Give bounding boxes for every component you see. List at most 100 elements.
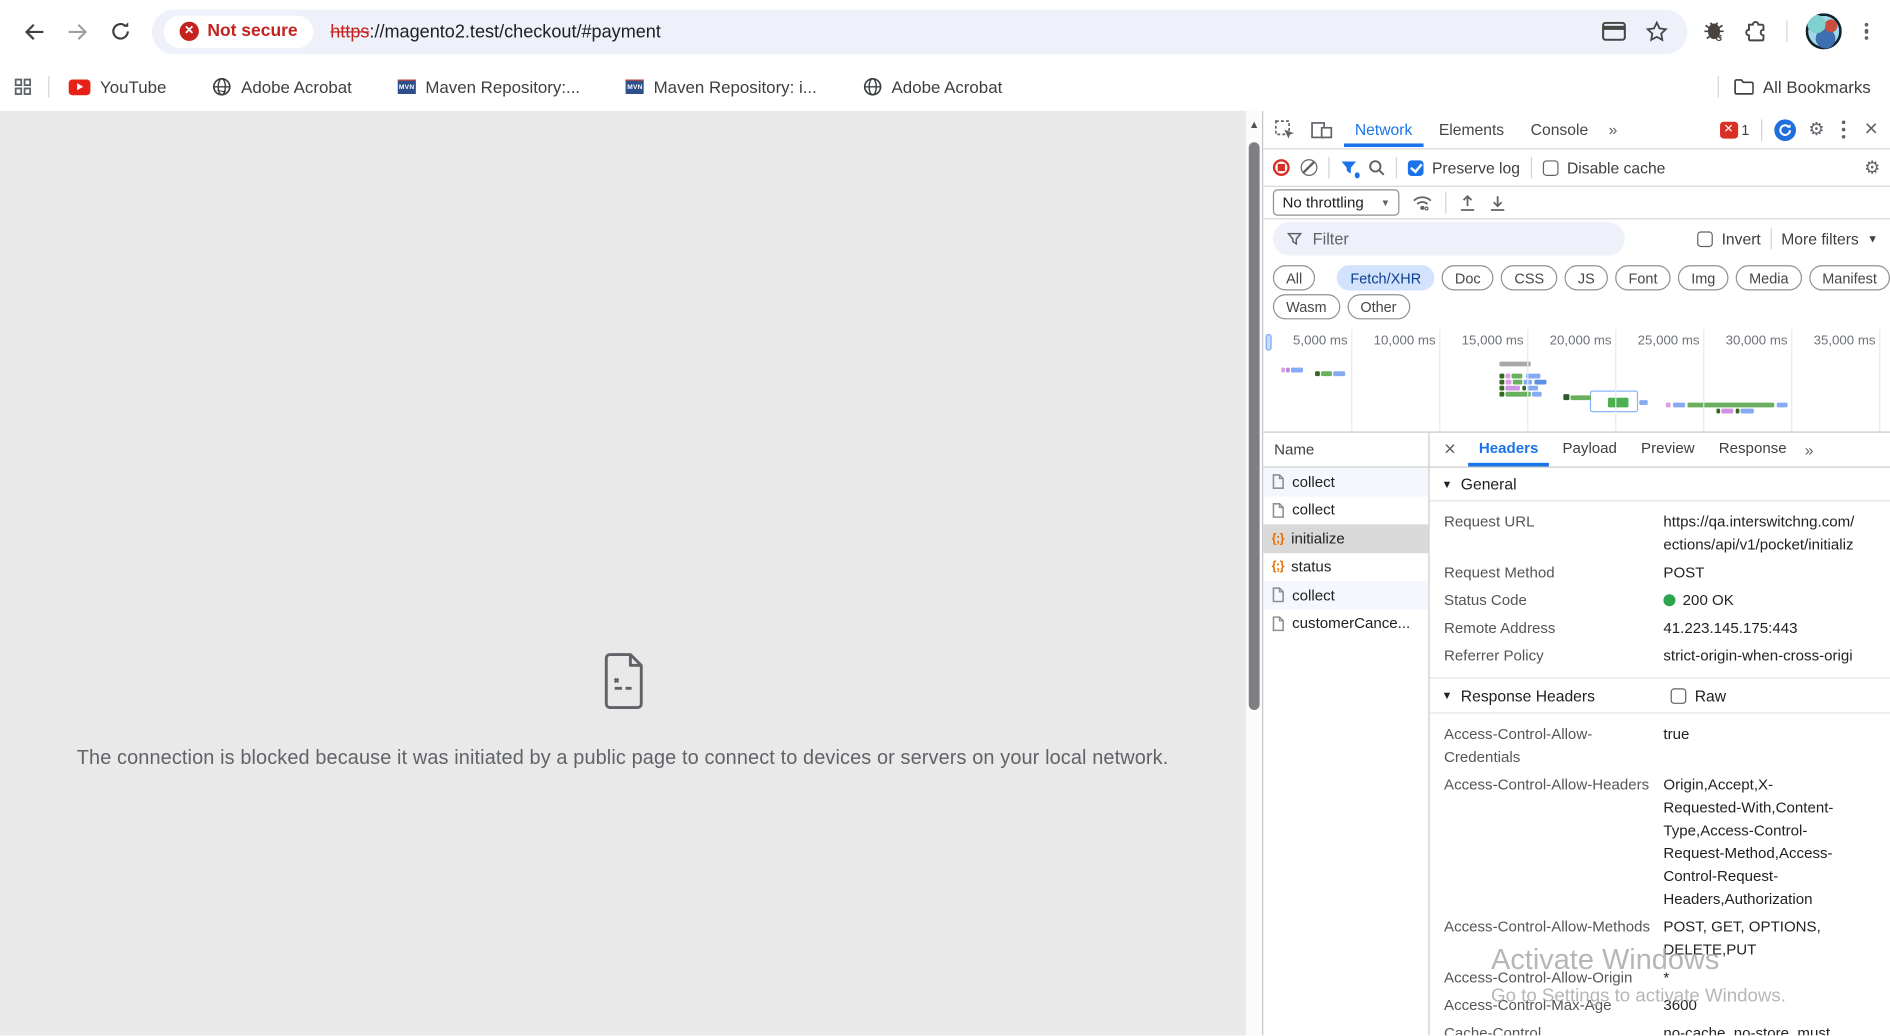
pill-all[interactable]: All [1273, 265, 1316, 290]
header-value: strict-origin-when-cross-origi [1663, 645, 1890, 668]
inspect-icon[interactable] [1274, 119, 1296, 141]
all-bookmarks-button[interactable]: All Bookmarks [1733, 77, 1871, 96]
debugger-extension-icon[interactable]: C [1702, 19, 1726, 43]
pill-font[interactable]: Font [1615, 265, 1670, 290]
url-scheme: https [330, 21, 369, 41]
network-timeline-overview[interactable]: 5,000 ms10,000 ms15,000 ms20,000 ms25,00… [1263, 329, 1890, 433]
scrollbar-thumb[interactable] [1249, 142, 1260, 710]
extension-circle-icon[interactable] [1775, 119, 1797, 141]
header-key: Request Method [1444, 562, 1663, 585]
browser-menu-button[interactable] [1860, 18, 1873, 45]
response-headers-section-header[interactable]: ▼ Response Headers Raw [1430, 677, 1890, 713]
more-filters-button[interactable]: More filters ▼ [1781, 230, 1880, 248]
header-value: 41.223.145.175:443 [1663, 617, 1890, 640]
address-bar[interactable]: ✕ Not secure https://magento2.test/check… [152, 9, 1687, 54]
devtools-menu-button[interactable] [1837, 116, 1850, 143]
detail-tab-preview[interactable]: Preview [1630, 433, 1705, 467]
extensions-puzzle-icon[interactable] [1744, 19, 1768, 43]
tab-console[interactable]: Console [1520, 113, 1599, 147]
preserve-log-checkbox[interactable]: Preserve log [1408, 159, 1520, 177]
pill-css[interactable]: CSS [1501, 265, 1557, 290]
pill-doc[interactable]: Doc [1442, 265, 1494, 290]
clear-button[interactable] [1301, 159, 1318, 176]
save-card-icon[interactable] [1602, 22, 1626, 41]
toolbar-divider [1531, 157, 1532, 179]
request-row[interactable]: collect [1263, 468, 1428, 496]
header-row: Cache-Control no-cache, no-store, must [1430, 1020, 1890, 1036]
request-row[interactable]: collect [1263, 496, 1428, 524]
detail-tab-response[interactable]: Response [1708, 433, 1798, 467]
bookmark-adobe-acrobat-2[interactable]: Adobe Acrobat [863, 77, 1003, 96]
timeline-tick-label: 25,000 ms [1613, 334, 1700, 348]
settings-gear-icon[interactable]: ⚙ [1808, 121, 1824, 139]
bookmark-maven-2[interactable]: MVN Maven Repository: i... [626, 77, 817, 96]
preserve-log-label: Preserve log [1432, 159, 1520, 177]
raw-checkbox[interactable]: Raw [1671, 686, 1726, 704]
filter-input[interactable]: Filter [1273, 222, 1625, 256]
profile-avatar[interactable] [1805, 13, 1841, 49]
tab-elements[interactable]: Elements [1428, 113, 1515, 147]
filter-toggle-button[interactable] [1340, 160, 1357, 176]
throttling-select[interactable]: No throttling ▼ [1273, 189, 1400, 216]
apps-grid-icon[interactable] [14, 78, 31, 95]
import-har-icon[interactable] [1459, 193, 1477, 211]
pill-wasm[interactable]: Wasm [1273, 294, 1340, 319]
response-headers-title: Response Headers [1461, 686, 1595, 704]
search-icon[interactable] [1368, 159, 1385, 176]
waterfall-bar [1505, 374, 1510, 379]
header-key: Access-Control-Allow-Credentials [1444, 723, 1663, 769]
waterfall-bar [1534, 380, 1546, 385]
bookmark-adobe-acrobat-1[interactable]: Adobe Acrobat [212, 77, 352, 96]
forward-button[interactable] [55, 10, 98, 53]
header-key: Access-Control-Allow-Headers [1444, 774, 1663, 911]
general-section-title: General [1461, 475, 1517, 493]
page-scrollbar[interactable]: ▲ [1245, 111, 1262, 1036]
maven-icon: MVN [398, 80, 416, 94]
name-column-header[interactable]: Name [1263, 433, 1429, 467]
pill-other[interactable]: Other [1347, 294, 1410, 319]
header-key: Cache-Control [1444, 1022, 1663, 1035]
scrollbar-up-arrow[interactable]: ▲ [1246, 118, 1262, 130]
back-button[interactable] [12, 10, 55, 53]
network-conditions-icon[interactable] [1412, 193, 1434, 211]
pill-media[interactable]: Media [1736, 265, 1802, 290]
header-row: Status Code 200 OK [1430, 587, 1890, 615]
filter-funnel-icon [1287, 232, 1301, 245]
url-text: https://magento2.test/checkout/#payment [330, 21, 661, 41]
waterfall-bar [1499, 392, 1504, 397]
request-row-selected[interactable]: {;} initialize [1263, 524, 1428, 552]
disable-cache-label: Disable cache [1567, 159, 1665, 177]
waterfall-bar [1321, 371, 1332, 376]
bookmark-label: Adobe Acrobat [892, 77, 1003, 96]
not-secure-icon: ✕ [180, 22, 199, 41]
detail-more-tabs-button[interactable]: » [1800, 441, 1818, 459]
more-tabs-button[interactable]: » [1604, 121, 1622, 139]
request-row[interactable]: {;} status [1263, 553, 1428, 581]
record-button[interactable] [1273, 159, 1290, 176]
disable-cache-checkbox[interactable]: Disable cache [1543, 159, 1666, 177]
invert-checkbox[interactable]: Invert [1697, 230, 1760, 248]
tab-network[interactable]: Network [1344, 113, 1423, 147]
not-secure-badge[interactable]: ✕ Not secure [164, 15, 313, 48]
toolbar-divider [1446, 192, 1447, 214]
request-row[interactable]: customerCance... [1263, 609, 1428, 637]
bookmark-youtube[interactable]: YouTube [69, 77, 167, 96]
pill-img[interactable]: Img [1678, 265, 1729, 290]
network-settings-gear-icon[interactable]: ⚙ [1864, 159, 1880, 177]
bookmark-maven-1[interactable]: MVN Maven Repository:... [398, 77, 580, 96]
detail-tab-headers[interactable]: Headers [1468, 433, 1549, 467]
error-count-badge[interactable]: ✕ 1 [1720, 121, 1750, 138]
export-har-icon[interactable] [1489, 193, 1507, 211]
reload-button[interactable] [99, 10, 142, 53]
device-toolbar-icon[interactable] [1310, 120, 1333, 139]
general-section-header[interactable]: ▼ General [1430, 468, 1890, 502]
pill-fetch-xhr[interactable]: Fetch/XHR [1337, 265, 1434, 290]
request-row[interactable]: collect [1263, 581, 1428, 609]
pill-manifest[interactable]: Manifest [1809, 265, 1890, 290]
pill-js[interactable]: JS [1565, 265, 1608, 290]
bookmark-star-icon[interactable] [1645, 20, 1668, 43]
header-row: Access-Control-Allow-Credentials true [1430, 721, 1890, 772]
devtools-close-button[interactable]: × [1862, 118, 1880, 141]
detail-close-button[interactable]: × [1434, 438, 1465, 462]
detail-tab-payload[interactable]: Payload [1552, 433, 1628, 467]
